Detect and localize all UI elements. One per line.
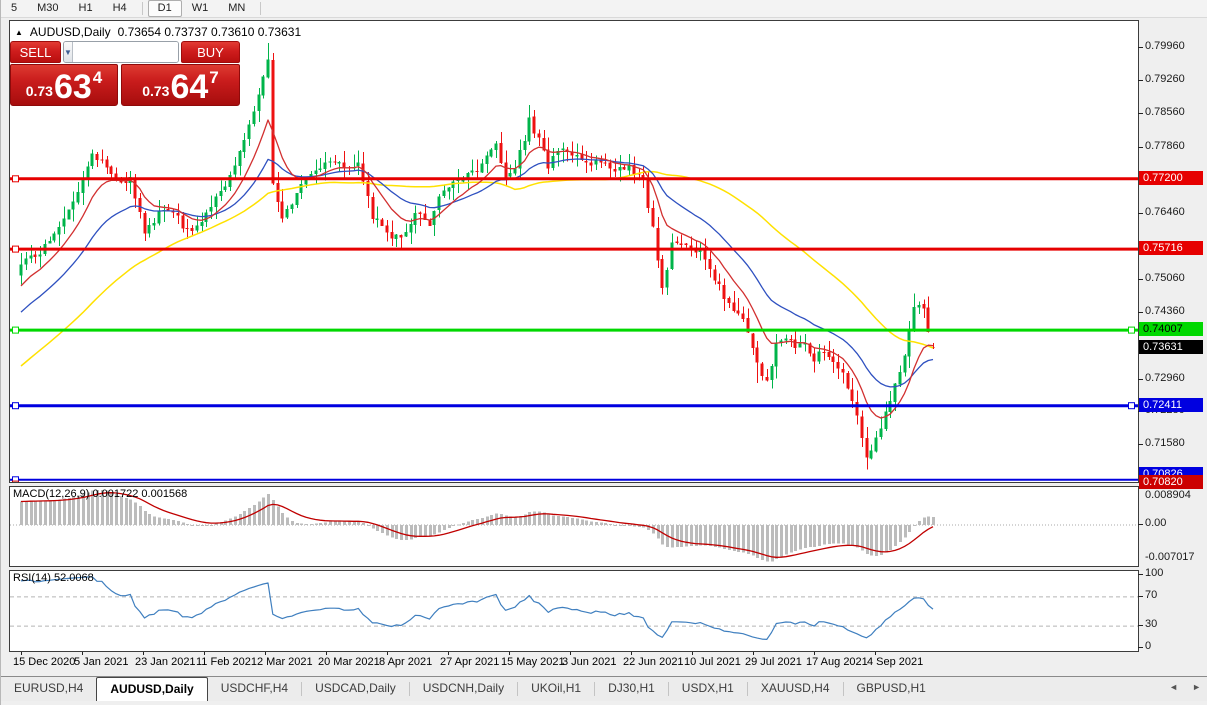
chart-tab-usdx[interactable]: USDX,H1 (669, 677, 747, 701)
macd-axis-max: 0.008904 (1145, 489, 1191, 501)
chart-symbol-title: AUDUSD,Daily (29, 25, 111, 39)
rsi-axis-label: 70 (1145, 588, 1158, 601)
trading-terminal-window: 5 M30 H1 H4 D1 W1 MN ▲ AUDUSD,Daily 0.73654 0.… (0, 0, 1207, 705)
date-axis-label: 3 Jun 2021 (562, 656, 617, 668)
date-axis-label: 8 Apr 2021 (379, 656, 433, 668)
sell-button[interactable]: SELL (10, 41, 61, 63)
chart-tab-usdcad[interactable]: USDCAD,Daily (302, 677, 409, 701)
price-level-label: 0.75716 (1139, 241, 1203, 256)
volume-stepper: ▼ ▲ (63, 41, 179, 63)
price-tick-label: 0.75060 (1145, 272, 1185, 285)
sell-price-prefix: 0.73 (25, 83, 53, 99)
rsi-axis-label: 100 (1145, 567, 1164, 579)
price-level-label: 0.70820 (1139, 475, 1203, 490)
toolbar-separator (260, 2, 262, 15)
tab-scroll-right-icon[interactable]: ► (1192, 682, 1201, 692)
date-axis[interactable]: 15 Dec 2020 5 Jan 2021 23 Jan 2021 11 Feb 2… (9, 652, 1138, 670)
date-axis-label: 20 Mar 2021 (318, 656, 380, 668)
sell-price-big: 63 (53, 68, 92, 106)
buy-price-pip: 7 (209, 68, 219, 87)
price-tick-label: 0.78560 (1145, 106, 1185, 119)
timeframe-button-d1[interactable]: D1 (147, 0, 182, 17)
rsi-label: RSI(14) 52.0068 (13, 572, 94, 584)
date-axis-label: 22 Jun 2021 (623, 656, 684, 668)
buy-button[interactable]: BUY (181, 41, 240, 63)
toolbar-separator (141, 2, 143, 15)
chart-tab-usdchf[interactable]: USDCHF,H4 (208, 677, 301, 701)
price-tick-label: 0.76460 (1145, 205, 1185, 218)
timeframe-button-h1[interactable]: H1 (69, 0, 103, 17)
date-axis-label: 4 Sep 2021 (867, 656, 924, 668)
volume-decrease-button[interactable]: ▼ (64, 42, 73, 62)
chart-tab-eurusd[interactable]: EURUSD,H4 (1, 677, 96, 701)
price-level-label: 0.72411 (1139, 397, 1203, 412)
chart-collapse-icon[interactable]: ▲ (15, 28, 23, 37)
chart-tab-audusd[interactable]: AUDUSD,Daily (96, 677, 208, 701)
chart-tabs: EURUSD,H4 AUDUSD,Daily USDCHF,H4 USDCAD,Dai… (1, 676, 1207, 701)
date-axis-label: 10 Jul 2021 (684, 656, 741, 668)
chart-ohlc-values: 0.73654 0.73737 0.73610 0.73631 (117, 25, 302, 39)
timeframe-button-mn[interactable]: MN (218, 0, 255, 17)
date-axis-label: 2 Mar 2021 (257, 656, 313, 668)
price-level-label: 0.77200 (1139, 170, 1203, 185)
chart-tab-ukoil[interactable]: UKOil,H1 (518, 677, 594, 701)
timeframe-button-m30[interactable]: M30 (27, 0, 68, 17)
rsi-panel (9, 570, 1139, 652)
timeframe-button-h4[interactable]: H4 (103, 0, 137, 17)
price-tick-label: 0.79960 (1145, 40, 1185, 52)
timeframe-button-5[interactable]: 5 (1, 0, 27, 17)
one-click-trading-widget: SELL ▼ ▲ BUY 0.73 63 4 0.73 64 7 (10, 41, 240, 106)
date-axis-label: 15 May 2021 (501, 656, 565, 668)
current-price-label: 0.73631 (1139, 339, 1203, 354)
buy-price-prefix: 0.73 (142, 83, 170, 99)
chart-tab-gbpusd[interactable]: GBPUSD,H1 (844, 677, 939, 701)
price-tick-label: 0.71580 (1145, 437, 1185, 450)
price-tick-label: 0.79260 (1145, 73, 1185, 86)
date-axis-label: 17 Aug 2021 (806, 656, 868, 668)
rsi-canvas[interactable] (10, 571, 1138, 651)
price-tick-label: 0.72960 (1145, 371, 1185, 384)
chart-tab-usdcnh[interactable]: USDCNH,Daily (410, 677, 517, 701)
price-level-label: 0.74007 (1139, 322, 1203, 337)
price-axis[interactable]: 0.79960 0.79260 0.78560 0.77860 0.76460 0.750… (1138, 0, 1207, 672)
buy-price-display[interactable]: 0.73 64 7 (121, 64, 240, 106)
timeframe-button-w1[interactable]: W1 (182, 0, 219, 17)
buy-price-big: 64 (170, 68, 209, 106)
date-axis-label: 5 Jan 2021 (74, 656, 129, 668)
date-axis-label: 15 Dec 2020 (13, 656, 76, 668)
date-axis-label: 11 Feb 2021 (196, 656, 257, 668)
chart-header: ▲ AUDUSD,Daily 0.73654 0.73737 0.73610 0… (15, 25, 301, 39)
tab-scroll-left-icon[interactable]: ◄ (1169, 682, 1178, 692)
date-axis-label: 29 Jul 2021 (745, 656, 802, 668)
timeframe-toolbar: 5 M30 H1 H4 D1 W1 MN (1, 0, 1207, 18)
sell-price-pip: 4 (92, 68, 103, 87)
rsi-axis-label: 30 (1145, 618, 1158, 631)
macd-axis-zero: 0.00 (1145, 516, 1167, 529)
chart-tab-xauusd[interactable]: XAUUSD,H4 (748, 677, 843, 701)
sell-price-display[interactable]: 0.73 63 4 (10, 64, 118, 106)
price-tick-label: 0.77860 (1145, 139, 1185, 152)
date-axis-label: 23 Jan 2021 (135, 656, 196, 668)
macd-axis-min: -0.007017 (1145, 551, 1195, 563)
volume-input[interactable] (72, 42, 178, 62)
chart-tab-dj30[interactable]: DJ30,H1 (595, 677, 668, 701)
macd-label: MACD(12,26,9) 0.001722 0.001568 (13, 488, 188, 500)
tab-scroll-buttons: ◄ ► (1169, 682, 1201, 692)
date-axis-label: 27 Apr 2021 (440, 656, 500, 668)
price-tick-label: 0.74360 (1145, 305, 1185, 318)
rsi-axis-label: 0 (1145, 640, 1152, 652)
